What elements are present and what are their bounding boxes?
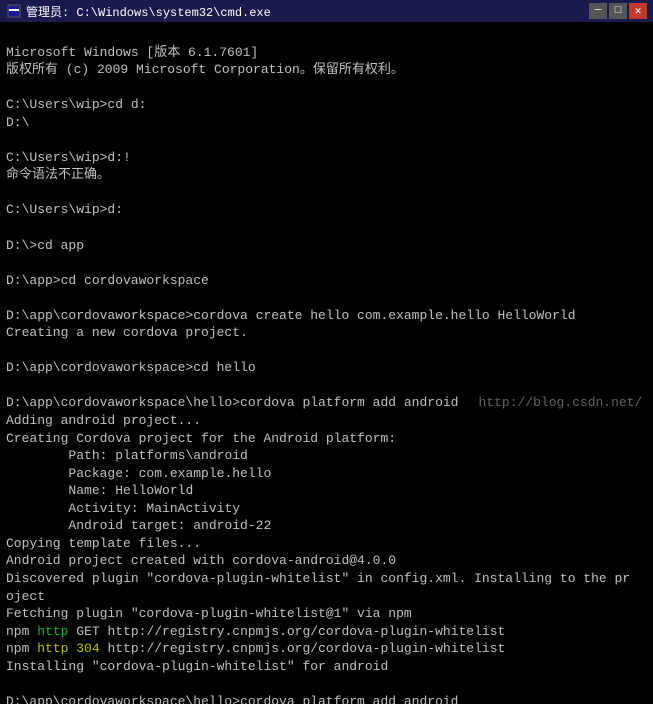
terminal-line: D:\app>cd cordovaworkspace	[6, 272, 647, 290]
title-bar-icon	[6, 3, 22, 19]
watermark-text: http://blog.csdn.net/	[478, 395, 642, 410]
terminal-line: npm http 304 http://registry.cnpmjs.org/…	[6, 640, 647, 658]
terminal-line: Activity: MainActivity	[6, 500, 647, 518]
terminal-line: Installing "cordova-plugin-whitelist" fo…	[6, 658, 647, 676]
terminal-line: 版权所有 (c) 2009 Microsoft Corporation。保留所有…	[6, 61, 647, 79]
terminal-line	[6, 675, 647, 693]
maximize-button[interactable]: □	[609, 3, 627, 19]
terminal-line: Adding android project...	[6, 412, 647, 430]
terminal-line: Microsoft Windows [版本 6.1.7601]	[6, 44, 647, 62]
terminal-line	[6, 219, 647, 237]
terminal-line: D:\app\cordovaworkspace\hello>cordova pl…	[6, 394, 647, 412]
terminal-line: D:\app\cordovaworkspace>cd hello	[6, 359, 647, 377]
terminal-line: Name: HelloWorld	[6, 482, 647, 500]
terminal-line	[6, 184, 647, 202]
terminal-line: 命令语法不正确。	[6, 166, 647, 184]
terminal-line: Android project created with cordova-and…	[6, 552, 647, 570]
terminal-line	[6, 131, 647, 149]
terminal-line: Package: com.example.hello	[6, 465, 647, 483]
terminal-line: D:\app\cordovaworkspace>cordova create h…	[6, 307, 647, 325]
terminal-line: Path: platforms\android	[6, 447, 647, 465]
terminal-line: C:\Users\wip>d:!	[6, 149, 647, 167]
title-bar-text: 管理员: C:\Windows\system32\cmd.exe	[26, 3, 589, 20]
terminal-line: Discovered plugin "cordova-plugin-whitel…	[6, 570, 647, 588]
terminal-line	[6, 289, 647, 307]
terminal-line: npm http GET http://registry.cnpmjs.org/…	[6, 623, 647, 641]
terminal-line: Android target: android-22	[6, 517, 647, 535]
terminal-line: Creating a new cordova project.	[6, 324, 647, 342]
minimize-button[interactable]: ─	[589, 3, 607, 19]
title-bar: 管理员: C:\Windows\system32\cmd.exe ─ □ ✕	[0, 0, 653, 22]
terminal-line: D:\app\cordovaworkspace\hello>cordova pl…	[6, 693, 647, 704]
terminal-line: D:\>cd app	[6, 237, 647, 255]
terminal-line: Copying template files...	[6, 535, 647, 553]
terminal-line	[6, 79, 647, 97]
terminal: Microsoft Windows [版本 6.1.7601] 版权所有 (c)…	[0, 22, 653, 704]
terminal-line: Creating Cordova project for the Android…	[6, 430, 647, 448]
terminal-line	[6, 254, 647, 272]
terminal-line: D:\	[6, 114, 647, 132]
terminal-line	[6, 342, 647, 360]
terminal-line: Fetching plugin "cordova-plugin-whitelis…	[6, 605, 647, 623]
terminal-line: oject	[6, 588, 647, 606]
close-button[interactable]: ✕	[629, 3, 647, 19]
terminal-line: C:\Users\wip>cd d:	[6, 96, 647, 114]
terminal-line	[6, 377, 647, 395]
terminal-line: C:\Users\wip>d:	[6, 201, 647, 219]
title-bar-controls: ─ □ ✕	[589, 3, 647, 19]
